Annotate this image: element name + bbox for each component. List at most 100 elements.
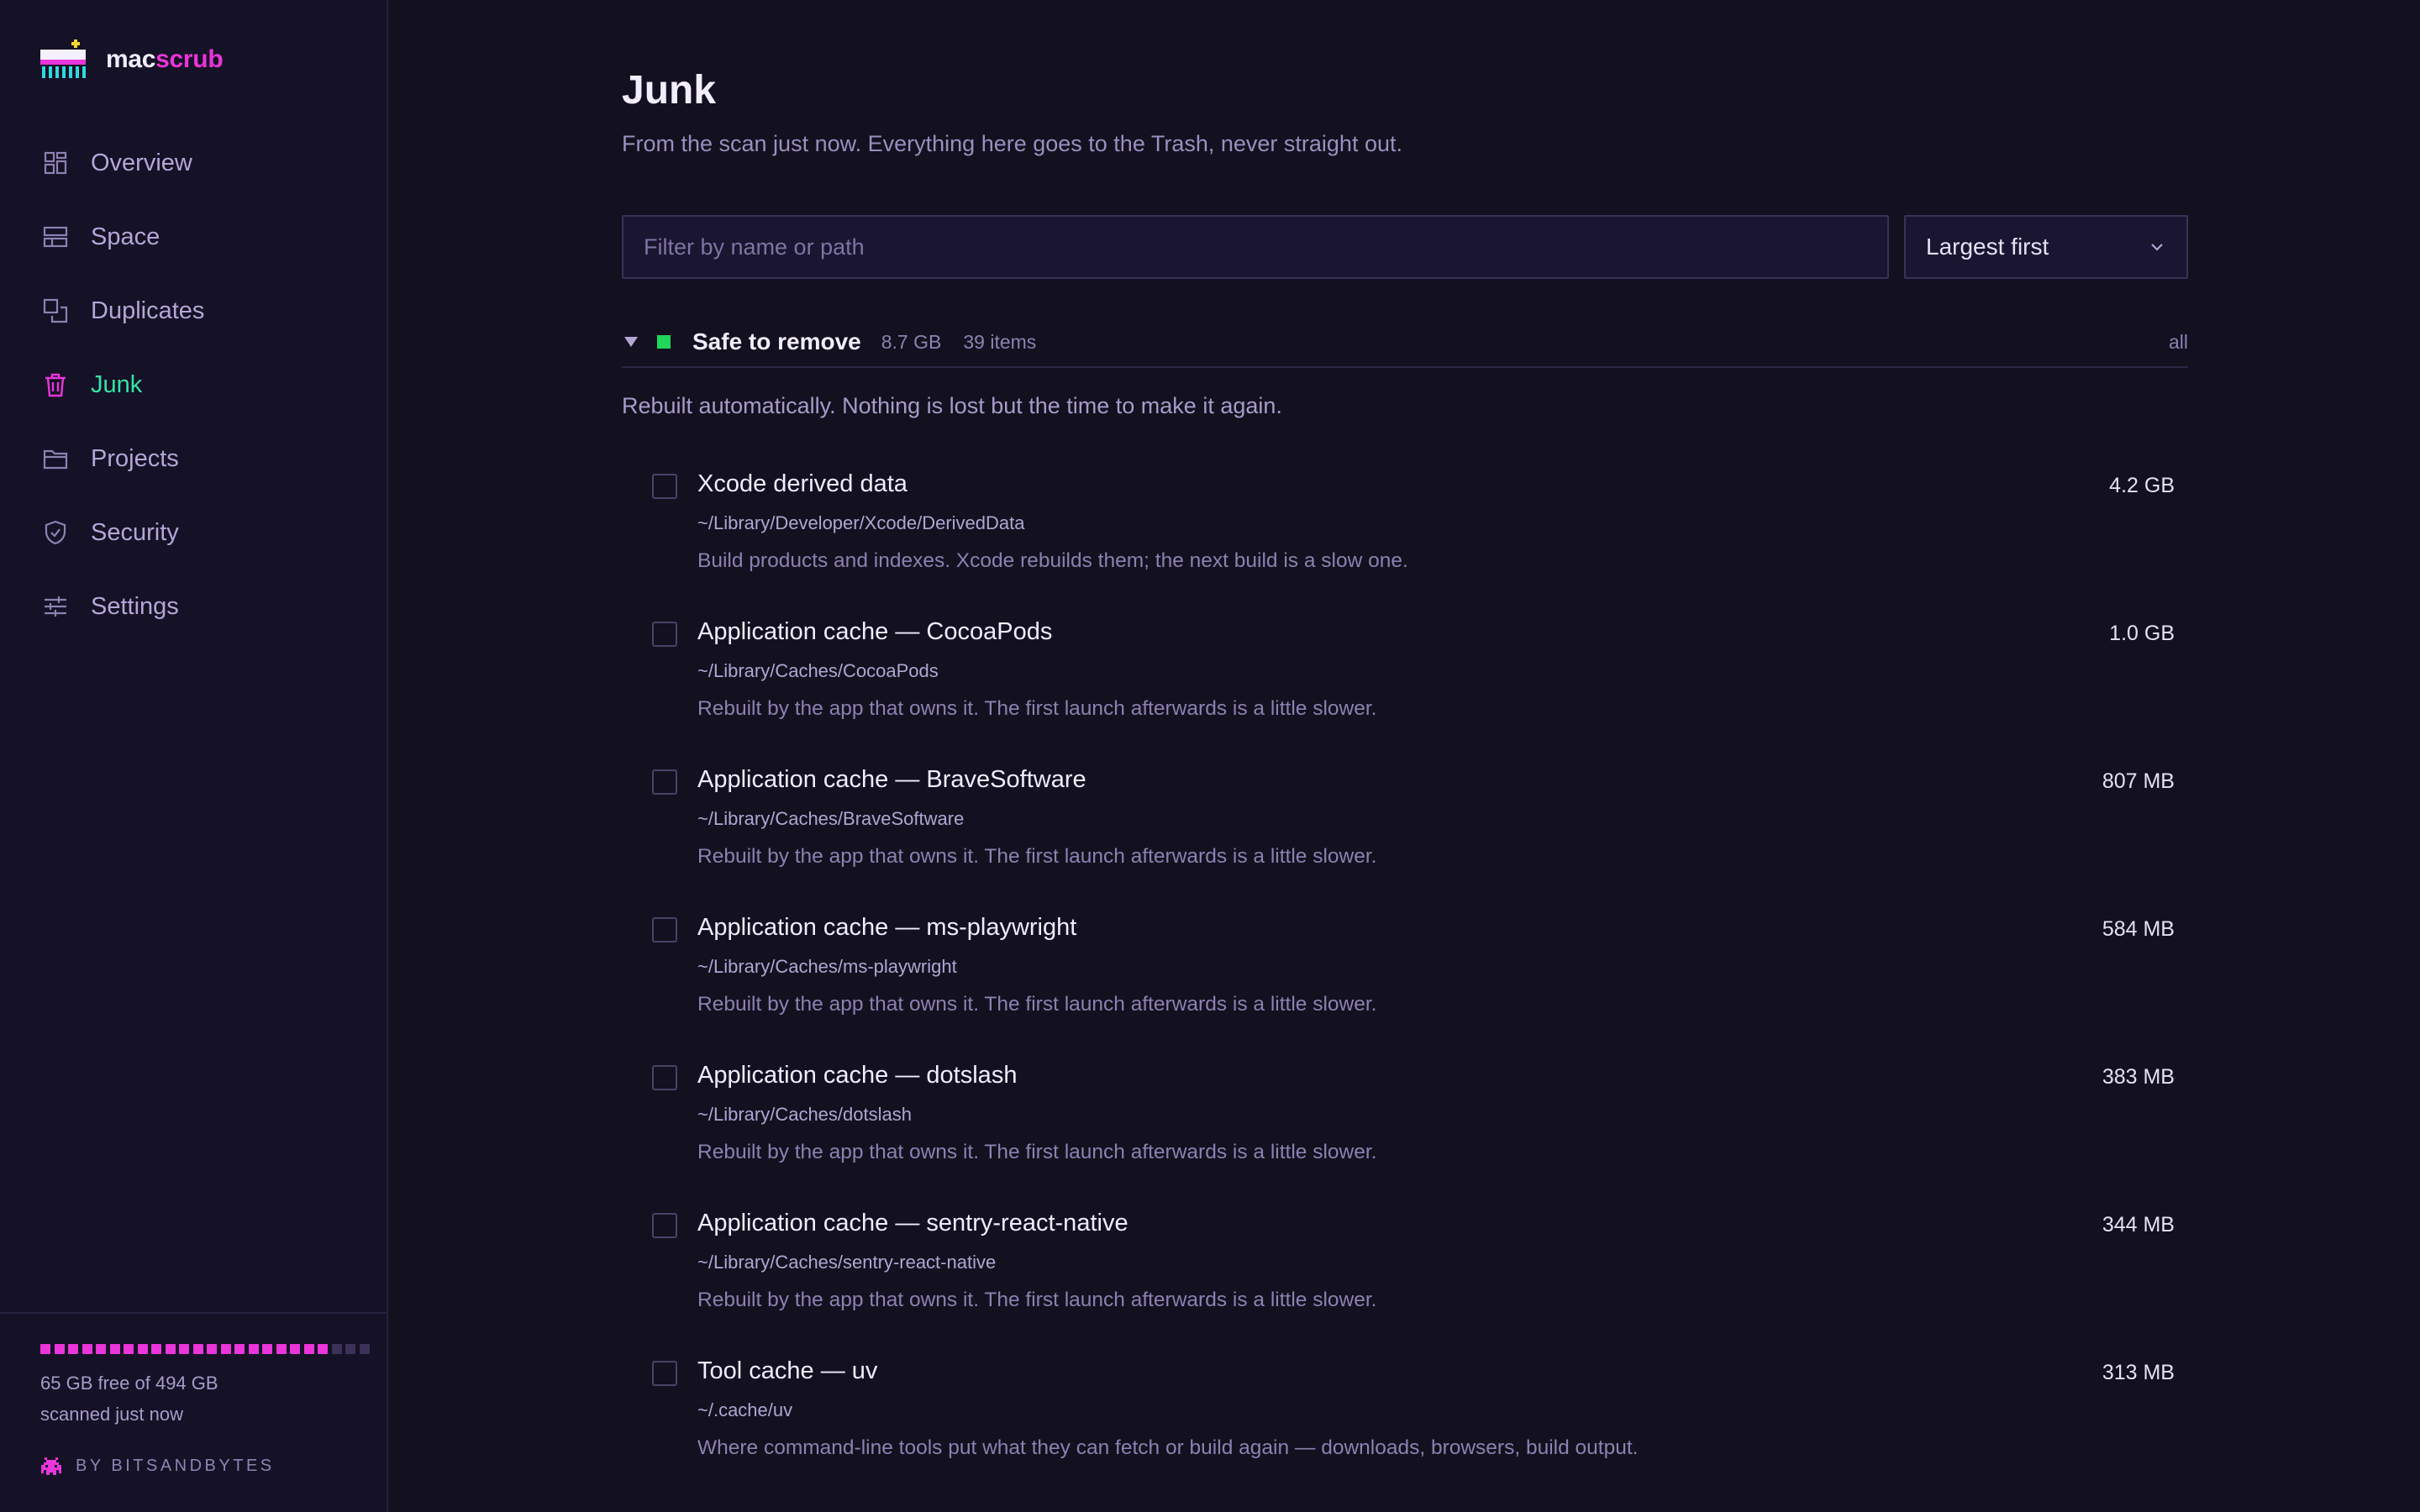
list-item[interactable]: Application cache — ms-playwright 584 MB… [622,900,2188,1048]
trash-icon [42,371,69,398]
item-checkbox[interactable] [652,769,677,795]
sidebar-item-label: Projects [91,444,179,472]
select-all-button[interactable]: all [2169,331,2188,354]
page-subtitle: From the scan just now. Everything here … [622,131,1402,156]
overview-icon [42,150,69,176]
list-item[interactable]: Xcode derived data 4.2 GB ~/Library/Deve… [622,457,2188,605]
duplicates-icon [42,297,69,324]
storage-footer: 65 GB free of 494 GB scanned just now BY… [0,1312,388,1512]
item-note: Rebuilt by the app that owns it. The fir… [697,993,1377,1016]
item-path: ~/Library/Caches/BraveSoftware [697,808,965,829]
item-name: Application cache — CocoaPods [697,618,1053,645]
scan-time-text: scanned just now [40,1404,183,1425]
item-name: Application cache — BraveSoftware [697,766,1086,793]
sidebar-item-junk[interactable]: Junk [0,348,388,422]
item-size: 313 MB [2102,1361,2175,1384]
storage-meter-segment [96,1344,106,1354]
storage-meter-segment [234,1344,245,1354]
list-item[interactable]: Application cache — dotslash 383 MB ~/Li… [622,1048,2188,1196]
list-item[interactable]: Application cache — BraveSoftware 807 MB… [622,753,2188,900]
item-path: ~/.cache/uv [697,1399,793,1420]
sort-select[interactable]: Largest first [1904,215,2188,279]
sidebar-item-label: Junk [91,370,143,398]
shield-icon [42,519,69,546]
item-path: ~/Library/Developer/Xcode/DerivedData [697,512,1025,533]
storage-meter-segment [54,1344,65,1354]
storage-meter-segment [262,1344,272,1354]
brand-name-scrub: scrub [155,45,224,73]
item-size: 1.0 GB [2109,622,2175,645]
sidebar: macscrub Overview Space Duplicates Junk … [0,0,388,1512]
storage-meter-segment [248,1344,259,1354]
junk-list: Xcode derived data 4.2 GB ~/Library/Deve… [622,457,2188,1492]
sidebar-item-label: Duplicates [91,297,205,324]
group-header: Safe to remove 8.7 GB 39 items all [622,318,2188,368]
storage-text: 65 GB free of 494 GB scanned just now [40,1368,218,1430]
item-note: Rebuilt by the app that owns it. The fir… [697,845,1377,868]
invader-icon [41,1457,61,1475]
storage-meter-segment [40,1344,50,1354]
storage-free-text: 65 GB free of 494 GB [40,1373,218,1394]
storage-meter-segment [109,1344,120,1354]
brand[interactable]: macscrub [40,39,224,81]
sidebar-item-settings[interactable]: Settings [0,570,388,643]
storage-meter-segment [303,1344,314,1354]
sidebar-item-label: Space [91,223,160,250]
list-item[interactable]: Application cache — sentry-react-native … [622,1196,2188,1344]
item-path: ~/Library/Caches/ms-playwright [697,956,957,977]
safe-status-indicator [657,335,671,349]
storage-meter-segment [192,1344,203,1354]
group-count: 39 items [963,330,1037,353]
macscrub-logo-icon [40,39,86,78]
item-size: 383 MB [2102,1065,2175,1089]
item-checkbox[interactable] [652,1213,677,1238]
item-note: Rebuilt by the app that owns it. The fir… [697,697,1377,720]
item-checkbox[interactable] [652,1065,677,1090]
item-note: Build products and indexes. Xcode rebuil… [697,549,1408,572]
collapse-caret-icon[interactable] [623,334,639,349]
list-item[interactable]: Application cache — CocoaPods 1.0 GB ~/L… [622,605,2188,753]
storage-meter-segment [345,1344,355,1354]
item-path: ~/Library/Caches/CocoaPods [697,660,939,681]
storage-meter-segment [276,1344,287,1354]
byline[interactable]: BY BITSANDBYTES [40,1457,275,1476]
chevron-down-icon [2151,244,2163,251]
item-checkbox[interactable] [652,1361,677,1386]
sort-select-value: Largest first [1926,234,2049,260]
storage-meter-segment [165,1344,176,1354]
storage-meter-segment [68,1344,78,1354]
item-checkbox[interactable] [652,474,677,499]
sidebar-item-projects[interactable]: Projects [0,422,388,496]
item-name: Application cache — sentry-react-native [697,1210,1128,1236]
sidebar-item-label: Overview [91,149,192,176]
storage-meter-segment [331,1344,342,1354]
sliders-icon [42,593,69,620]
filter-input[interactable] [622,215,1889,279]
item-name: Xcode derived data [697,470,908,497]
item-path: ~/Library/Caches/sentry-react-native [697,1252,997,1273]
sidebar-item-overview[interactable]: Overview [0,126,388,200]
sidebar-nav: Overview Space Duplicates Junk Projects … [0,126,388,643]
storage-meter-segment [359,1344,370,1354]
sidebar-item-security[interactable]: Security [0,496,388,570]
sidebar-item-duplicates[interactable]: Duplicates [0,274,388,348]
item-note: Rebuilt by the app that owns it. The fir… [697,1289,1377,1311]
list-item[interactable]: Tool cache — uv 313 MB ~/.cache/uv Where… [622,1344,2188,1492]
item-path: ~/Library/Caches/dotslash [697,1104,912,1125]
item-size: 344 MB [2102,1213,2175,1236]
group-size: 8.7 GB [881,330,942,353]
storage-meter-segment [220,1344,231,1354]
item-name: Application cache — dotslash [697,1062,1018,1089]
item-checkbox[interactable] [652,622,677,647]
brand-name: macscrub [106,45,224,74]
storage-meter-segment [318,1344,328,1354]
page-title: Junk [622,68,717,113]
item-name: Application cache — ms-playwright [697,914,1077,941]
sidebar-item-space[interactable]: Space [0,200,388,274]
storage-meter-segment [82,1344,92,1354]
sidebar-item-label: Security [91,518,179,546]
storage-meter-segment [179,1344,189,1354]
item-name: Tool cache — uv [697,1357,878,1384]
item-checkbox[interactable] [652,917,677,942]
storage-meter-segment [290,1344,300,1354]
